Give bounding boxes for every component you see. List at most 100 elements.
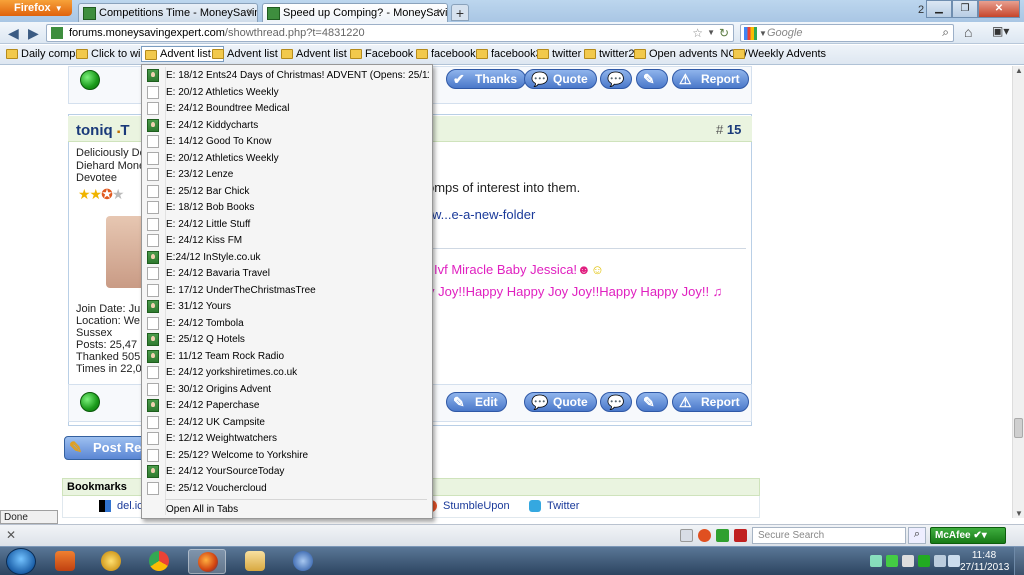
bookmark-menu-item[interactable]: E: 24/12 YourSourceToday: [143, 464, 429, 481]
secure-search-input[interactable]: Secure Search: [752, 527, 906, 544]
start-button[interactable]: [6, 548, 36, 575]
bookmark-menu-item[interactable]: E: 18/12 Ents24 Days of Christmas! ADVEN…: [143, 68, 429, 85]
quote-button[interactable]: 💬 Quote: [524, 69, 597, 89]
post-link[interactable]: w...e-a-new-folder: [432, 207, 535, 222]
bookmark-menu-item[interactable]: E: 24/12 Kiddycharts: [143, 118, 429, 135]
bookmark-menu-item[interactable]: E: 11/12 Team Rock Radio: [143, 349, 429, 366]
bookmark-menu-item[interactable]: E: 24/12 UK Campsite: [143, 415, 429, 432]
network-icon[interactable]: [934, 555, 946, 567]
taskbar-thunderbird[interactable]: [284, 549, 322, 574]
mcafee-shield-icon[interactable]: [734, 529, 747, 542]
post-number[interactable]: # 15: [716, 122, 741, 137]
bookmark-folder[interactable]: Advent list 2: [212, 48, 287, 60]
bookmark-menu-item[interactable]: E: 20/12 Athletics Weekly: [143, 151, 429, 168]
bookmark-menu-item[interactable]: E:24/12 InStyle.co.uk: [143, 250, 429, 267]
volume-icon[interactable]: [948, 555, 960, 567]
bookmark-menu-item[interactable]: E: 20/12 Athletics Weekly: [143, 85, 429, 102]
bookmark-menu-item[interactable]: E: 14/12 Good To Know: [143, 134, 429, 151]
bookmark-folder[interactable]: Advent list 3: [281, 48, 356, 60]
bookmarks-menu-icon[interactable]: ▣▾: [992, 24, 1009, 38]
tray-icon[interactable]: [902, 555, 914, 567]
bookmark-folder[interactable]: facebook3: [476, 48, 542, 60]
google-logo-icon[interactable]: [744, 27, 757, 40]
bookmark-folder[interactable]: Open advents NOW: [634, 48, 747, 60]
tools-button[interactable]: ✎: [636, 392, 668, 412]
bookmark-star-icon[interactable]: ☆: [692, 26, 703, 40]
twitter-link[interactable]: Twitter: [529, 500, 579, 512]
maximize-button[interactable]: ❐: [952, 0, 978, 18]
bookmark-menu-item[interactable]: E: 30/12 Origins Advent: [143, 382, 429, 399]
new-tab-button[interactable]: +: [451, 4, 469, 21]
taskbar-chrome[interactable]: [140, 549, 178, 574]
bookmark-menu-item[interactable]: E: 24/12 Little Stuff: [143, 217, 429, 234]
tray-icon[interactable]: [918, 555, 930, 567]
open-all-in-tabs[interactable]: Open All in Tabs: [143, 502, 429, 519]
search-bar[interactable]: ▼ Google ⌕: [740, 24, 954, 42]
chevron-down-icon[interactable]: ▼: [759, 29, 767, 38]
delicious-link[interactable]: del.ic: [99, 500, 143, 512]
page-scrollbar[interactable]: ▲ ▼: [1012, 66, 1024, 518]
bookmark-menu-item[interactable]: E: 17/12 UnderTheChristmasTree: [143, 283, 429, 300]
page-icon[interactable]: [680, 529, 693, 542]
chevron-down-icon[interactable]: ▼: [707, 28, 715, 37]
firefox-addon-icon[interactable]: [698, 529, 711, 542]
multi-quote-button[interactable]: 💬: [600, 392, 632, 412]
system-clock[interactable]: 11:48 27/11/2013: [960, 550, 1009, 574]
back-arrow-icon[interactable]: ◀: [8, 25, 19, 42]
checkmark-addon-icon[interactable]: [716, 529, 729, 542]
tools-button[interactable]: ✎: [636, 69, 668, 89]
tray-icon[interactable]: [886, 555, 898, 567]
scrollbar-thumb[interactable]: [1014, 418, 1023, 438]
minimize-button[interactable]: ▁: [926, 0, 952, 18]
bookmark-folder[interactable]: Daily comps: [6, 48, 81, 60]
bookmark-menu-item[interactable]: E: 24/12 Paperchase: [143, 398, 429, 415]
bookmark-menu-item[interactable]: E: 24/12 Kiss FM: [143, 233, 429, 250]
post-username[interactable]: toniq ▪T: [76, 122, 130, 139]
close-icon[interactable]: ✕: [6, 528, 16, 542]
bookmark-folder[interactable]: Click to win: [76, 48, 147, 60]
bookmark-menu-item[interactable]: E: 25/12? Welcome to Yorkshire: [143, 448, 429, 465]
close-icon[interactable]: ×: [247, 6, 253, 18]
bookmark-menu-item[interactable]: E: 23/12 Lenze: [143, 167, 429, 184]
forward-arrow-icon[interactable]: ▶: [28, 25, 39, 42]
edit-button[interactable]: ✎ Edit: [446, 392, 507, 412]
url-text[interactable]: forums.moneysavingexpert.com/showthread.…: [69, 27, 365, 39]
firefox-menu-button[interactable]: Firefox ▼: [0, 0, 72, 16]
taskbar-firefox[interactable]: [188, 549, 226, 574]
site-identity-icon[interactable]: [51, 27, 63, 39]
bookmark-menu-item[interactable]: E: 24/12 Bavaria Travel: [143, 266, 429, 283]
bookmark-menu-item[interactable]: E: 12/12 Weightwatchers: [143, 431, 429, 448]
bookmark-folder[interactable]: twitter2: [584, 48, 634, 60]
thanks-button[interactable]: ✔ Thanks: [446, 69, 527, 89]
report-button[interactable]: ⚠ Report: [672, 392, 749, 412]
taskbar-media-player[interactable]: [46, 549, 84, 574]
tray-icon[interactable]: [870, 555, 882, 567]
scroll-down-arrow-icon[interactable]: ▼: [1015, 509, 1023, 518]
bookmark-menu-item[interactable]: E: 25/12 Vouchercloud: [143, 481, 429, 498]
home-icon[interactable]: ⌂: [964, 24, 972, 40]
multi-quote-button[interactable]: 💬: [600, 69, 632, 89]
taskbar-app[interactable]: [92, 549, 130, 574]
bookmark-menu-item[interactable]: E: 24/12 yorkshiretimes.co.uk: [143, 365, 429, 382]
bookmark-menu-item[interactable]: E: 24/12 Tombola: [143, 316, 429, 333]
quote-button[interactable]: 💬 Quote: [524, 392, 597, 412]
bookmark-menu-item[interactable]: E: 31/12 Yours: [143, 299, 429, 316]
search-icon[interactable]: ⌕: [942, 25, 949, 40]
bookmark-folder[interactable]: Weekly Advents: [733, 48, 826, 60]
bookmark-folder[interactable]: twitter: [537, 48, 581, 60]
close-icon[interactable]: ×: [437, 6, 443, 18]
url-bar[interactable]: forums.moneysavingexpert.com/showthread.…: [46, 24, 734, 42]
taskbar-explorer[interactable]: [236, 549, 274, 574]
bookmark-menu-item[interactable]: E: 18/12 Bob Books: [143, 200, 429, 217]
bookmark-menu-item[interactable]: E: 25/12 Bar Chick: [143, 184, 429, 201]
tab-competitions-time[interactable]: Competitions Time - MoneySavingEx... ×: [78, 3, 258, 22]
bookmark-menu-item[interactable]: E: 25/12 Q Hotels: [143, 332, 429, 349]
bookmark-folder[interactable]: Facebook 1: [350, 48, 422, 60]
mcafee-button[interactable]: McAfee ✔▾: [930, 527, 1006, 544]
bookmark-menu-item[interactable]: E: 24/12 Boundtree Medical: [143, 101, 429, 118]
scroll-up-arrow-icon[interactable]: ▲: [1015, 66, 1023, 75]
show-desktop-button[interactable]: [1014, 547, 1024, 575]
close-window-button[interactable]: ✕: [978, 0, 1020, 18]
tab-speed-up-comping[interactable]: Speed up Comping? - MoneySavingE... ×: [262, 3, 448, 22]
stumbleupon-link[interactable]: StumbleUpon: [425, 500, 510, 512]
